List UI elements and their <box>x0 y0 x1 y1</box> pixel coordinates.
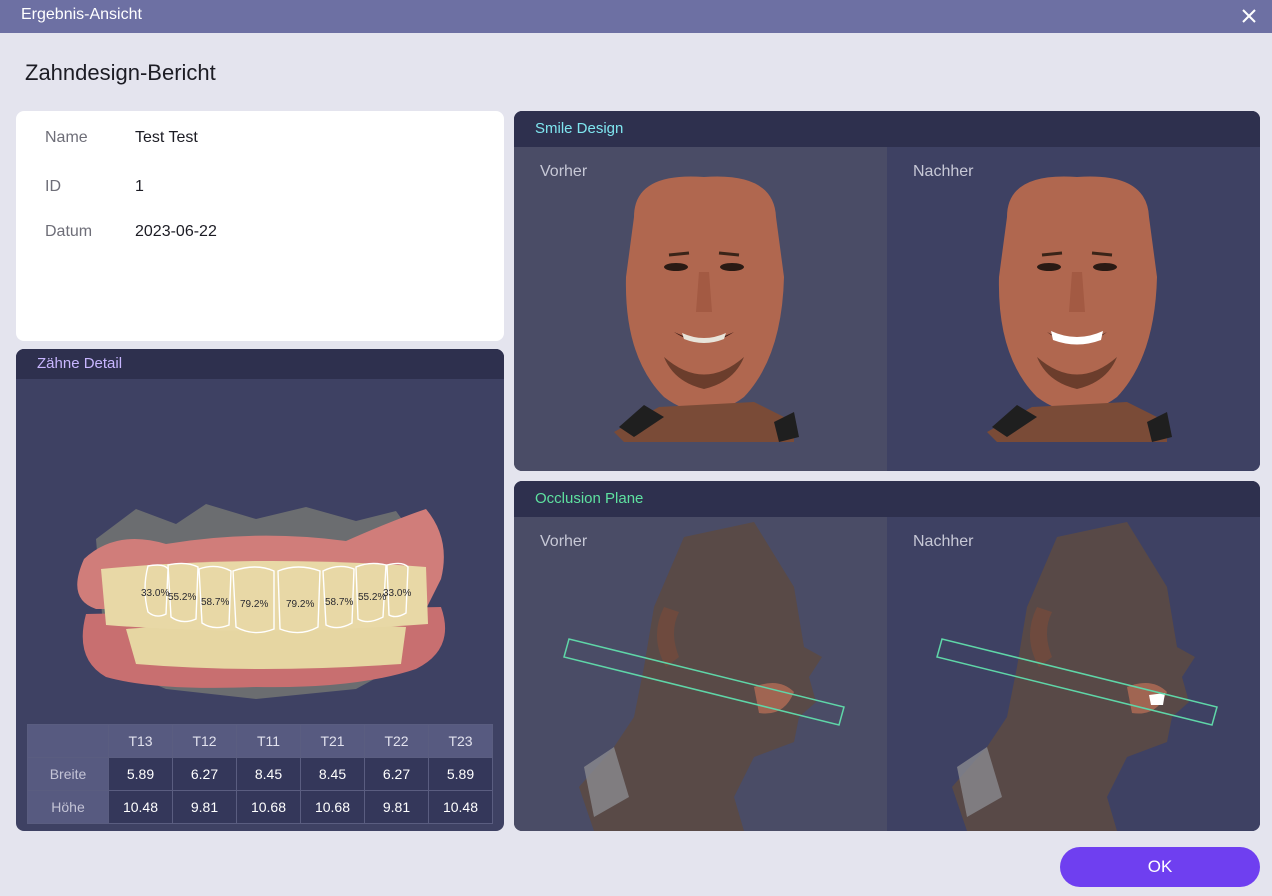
info-value: 1 <box>135 178 144 195</box>
view-caption: Nachher <box>913 163 974 180</box>
window-title: Ergebnis-Ansicht <box>21 6 142 23</box>
face-profile-before-image <box>563 522 845 831</box>
table-cell: 6.27 <box>172 757 237 791</box>
page-title: Zahndesign-Bericht <box>25 60 216 85</box>
close-icon[interactable] <box>1238 5 1260 27</box>
table-row: Höhe 10.48 9.81 10.68 10.68 9.81 10.48 <box>27 790 493 824</box>
column-header: T13 <box>108 724 173 758</box>
smile-design-panel: Smile Design Vorher Nachher <box>514 111 1260 471</box>
tooth-ratio-label: 33.0% <box>383 588 411 599</box>
column-header: T12 <box>172 724 237 758</box>
table-cell: 5.89 <box>108 757 173 791</box>
info-label: ID <box>45 178 61 195</box>
panel-title: Zähne Detail <box>37 355 123 372</box>
ok-button[interactable]: OK <box>1060 847 1260 887</box>
panel-header: Smile Design <box>514 111 1260 147</box>
table-header-row: T13 T12 T11 T21 T22 T23 <box>27 724 493 758</box>
tooth-ratio-label: 58.7% <box>201 597 229 608</box>
smile-before-view[interactable]: Vorher <box>514 147 887 471</box>
smile-after-view[interactable]: Nachher <box>887 147 1260 471</box>
panel-header: Occlusion Plane <box>514 481 1260 517</box>
column-header: T22 <box>364 724 429 758</box>
face-front-after-image <box>987 176 1172 442</box>
view-caption: Vorher <box>540 163 588 180</box>
panel-title: Smile Design <box>535 120 624 137</box>
occlusion-before-view[interactable]: Vorher <box>514 517 887 831</box>
teeth-detail-panel: Zähne Detail 33.0% 55.2% 58.7% 79.2% 79.… <box>16 349 504 831</box>
face-front-before-image <box>614 176 799 442</box>
table-cell: 9.81 <box>172 790 237 824</box>
table-cell: 9.81 <box>364 790 429 824</box>
info-label: Datum <box>45 223 93 240</box>
column-header: T23 <box>428 724 493 758</box>
panel-header: Zähne Detail <box>16 349 504 379</box>
title-bar: Ergebnis-Ansicht <box>0 0 1272 33</box>
panel-title: Occlusion Plane <box>535 490 644 507</box>
occlusion-after-view[interactable]: Nachher <box>887 517 1260 831</box>
row-label: Breite <box>27 757 109 791</box>
tooth-ratio-label: 55.2% <box>168 592 196 603</box>
column-header: T21 <box>300 724 365 758</box>
table-cell: 10.48 <box>428 790 493 824</box>
face-profile-after-image <box>936 522 1218 831</box>
info-value: Test Test <box>135 129 198 146</box>
table-cell: 8.45 <box>236 757 301 791</box>
table-cell: 6.27 <box>364 757 429 791</box>
table-cell: 10.68 <box>236 790 301 824</box>
tooth-ratio-label: 79.2% <box>240 599 268 610</box>
tooth-ratio-label: 33.0% <box>141 588 169 599</box>
table-cell: 5.89 <box>428 757 493 791</box>
occlusion-plane-panel: Occlusion Plane Vorher Nachher <box>514 481 1260 831</box>
info-label: Name <box>45 129 88 146</box>
table-corner <box>27 724 109 758</box>
patient-info-card: Name Test Test ID 1 Datum 2023-06-22 <box>16 111 504 341</box>
teeth-measure-table: T13 T12 T11 T21 T22 T23 Breite 5.89 6.27… <box>27 724 493 824</box>
teeth-3d-view[interactable]: 33.0% 55.2% 58.7% 79.2% 79.2% 58.7% 55.2… <box>56 499 456 709</box>
table-row: Breite 5.89 6.27 8.45 8.45 6.27 5.89 <box>27 757 493 791</box>
tooth-ratio-label: 79.2% <box>286 599 314 610</box>
tooth-ratio-label: 58.7% <box>325 597 353 608</box>
table-cell: 10.68 <box>300 790 365 824</box>
column-header: T11 <box>236 724 301 758</box>
table-cell: 10.48 <box>108 790 173 824</box>
table-cell: 8.45 <box>300 757 365 791</box>
info-value: 2023-06-22 <box>135 223 217 240</box>
row-label: Höhe <box>27 790 109 824</box>
